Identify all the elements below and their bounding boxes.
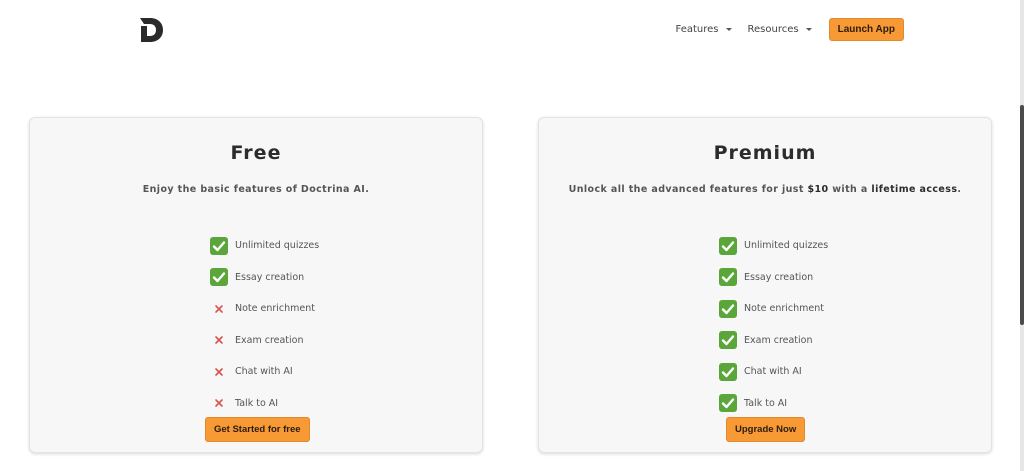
feature-item: Essay creation [718, 262, 828, 294]
feature-label: Talk to AI [744, 397, 788, 409]
check-mark-icon [209, 236, 229, 256]
plan-subtitle: Unlock all the advanced features for jus… [539, 184, 991, 195]
check-mark-icon [718, 362, 738, 382]
feature-label: Unlimited quizzes [235, 240, 320, 252]
nav-features[interactable]: Features [673, 20, 735, 39]
feature-item: Essay creation [209, 262, 319, 294]
check-mark-icon [718, 236, 738, 256]
doctrina-logo-icon[interactable] [138, 17, 164, 43]
check-mark-icon [718, 299, 738, 319]
feature-label: Chat with AI [235, 366, 293, 378]
feature-item: Talk to AI [209, 388, 319, 420]
feature-label: Talk to AI [235, 397, 279, 409]
feature-list: Unlimited quizzes Essay creation Note enri… [209, 230, 319, 419]
cross-icon [209, 330, 229, 350]
nav-features-label: Features [675, 24, 719, 35]
subtitle-text: . [957, 184, 962, 195]
feature-item: Unlimited quizzes [209, 230, 319, 262]
feature-label: Exam creation [744, 334, 813, 346]
feature-item: Exam creation [718, 325, 828, 357]
feature-item: Exam creation [209, 325, 319, 357]
feature-label: Note enrichment [744, 303, 825, 315]
subtitle-price: $10 [807, 184, 829, 195]
nav-resources-label: Resources [747, 24, 799, 35]
cross-icon [209, 393, 229, 413]
feature-label: Unlimited quizzes [744, 240, 829, 252]
get-started-free-button[interactable]: Get Started for free [205, 417, 310, 442]
subtitle-text: Unlock all the advanced features for jus… [568, 184, 808, 195]
check-mark-icon [718, 330, 738, 350]
feature-list: Unlimited quizzes Essay creation Note enri… [718, 230, 828, 419]
scrollbar-thumb[interactable] [1020, 105, 1024, 325]
feature-item: Note enrichment [209, 293, 319, 325]
feature-item: Chat with AI [209, 356, 319, 388]
check-mark-icon [209, 267, 229, 287]
plan-title: Free [230, 142, 282, 164]
feature-label: Essay creation [235, 271, 305, 283]
plan-card-free: Free Enjoy the basic features of Doctrin… [29, 117, 483, 453]
chevron-down-icon [725, 28, 732, 31]
plan-card-premium: Premium Unlock all the advanced features… [538, 117, 992, 453]
feature-label: Note enrichment [235, 303, 316, 315]
page: Features Resources Launch App Free Enjoy… [0, 0, 1024, 471]
nav-resources[interactable]: Resources [745, 20, 815, 39]
chevron-down-icon [805, 28, 812, 31]
check-mark-icon [718, 393, 738, 413]
feature-label: Essay creation [744, 271, 814, 283]
feature-item: Chat with AI [718, 356, 828, 388]
feature-label: Exam creation [235, 334, 304, 346]
plan-title: Premium [713, 142, 817, 164]
top-nav: Features Resources Launch App [673, 18, 904, 41]
cross-icon [209, 362, 229, 382]
subtitle-lifetime: lifetime access [871, 184, 958, 195]
cross-icon [209, 299, 229, 319]
subtitle-text: with a [828, 184, 872, 195]
feature-item: Note enrichment [718, 293, 828, 325]
plan-subtitle: Enjoy the basic features of Doctrina AI. [142, 184, 370, 195]
launch-app-button[interactable]: Launch App [828, 18, 904, 41]
check-mark-icon [718, 267, 738, 287]
feature-item: Talk to AI [718, 388, 828, 420]
feature-item: Unlimited quizzes [718, 230, 828, 262]
upgrade-now-button[interactable]: Upgrade Now [726, 417, 806, 442]
feature-label: Chat with AI [744, 366, 802, 378]
